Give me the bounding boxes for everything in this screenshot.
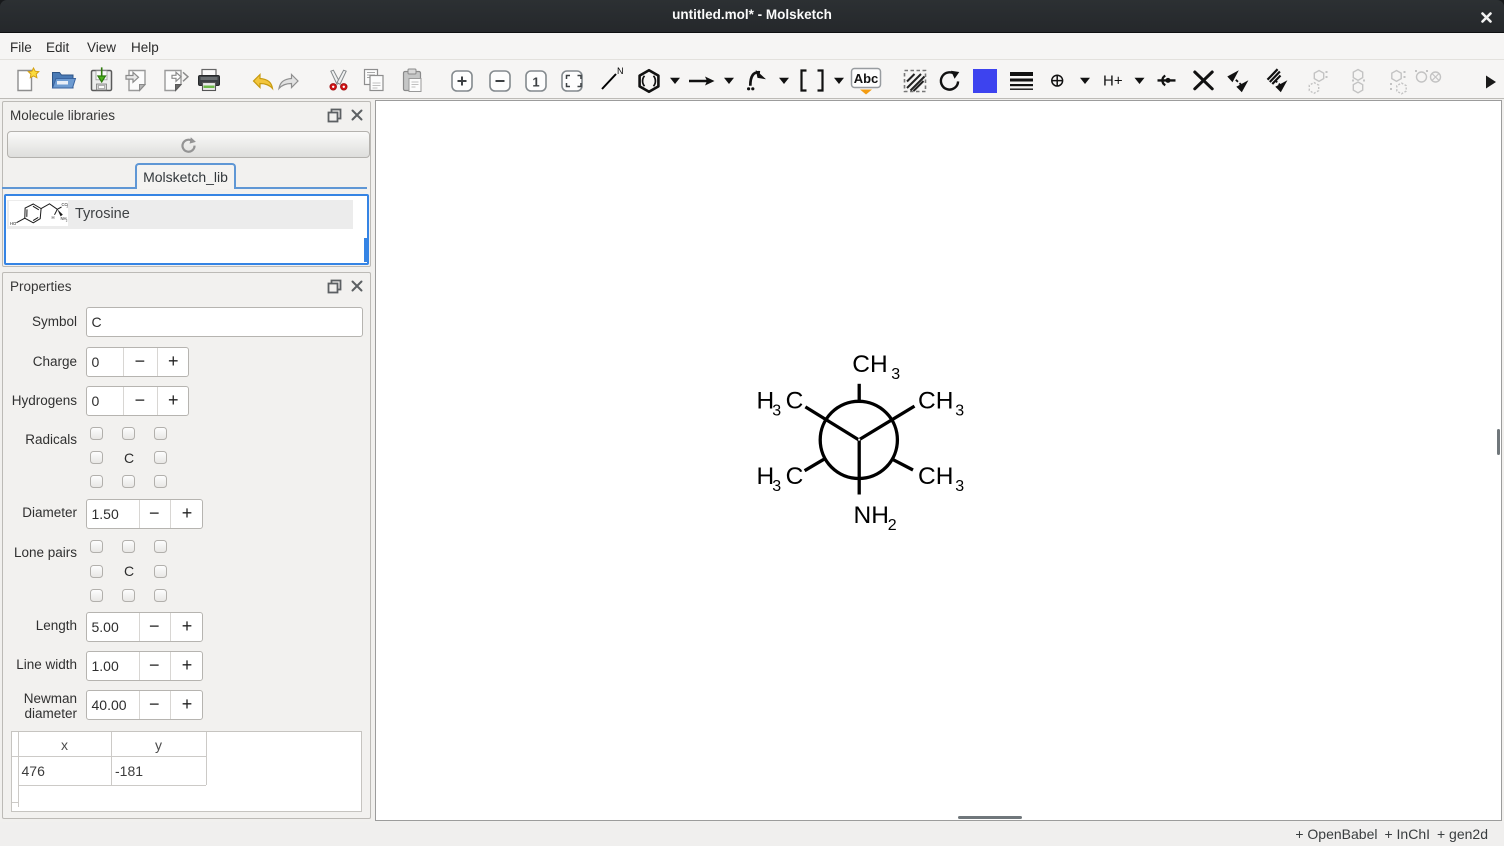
svg-text:CH: CH <box>852 351 887 378</box>
svg-text:Abc: Abc <box>854 71 879 86</box>
svg-text:H: H <box>52 214 55 219</box>
svg-text:CH: CH <box>918 463 953 490</box>
svg-text:CH: CH <box>918 388 953 415</box>
svg-text:N: N <box>617 66 624 76</box>
svg-text:NH: NH <box>854 502 889 529</box>
svg-text:3: 3 <box>772 403 781 420</box>
svg-text:3: 3 <box>955 403 964 420</box>
svg-text:2: 2 <box>888 517 897 534</box>
svg-text:3: 3 <box>955 478 964 495</box>
svg-text:C: C <box>786 388 804 415</box>
svg-text:2: 2 <box>66 218 68 222</box>
svg-text:3: 3 <box>891 366 900 383</box>
svg-text:HO: HO <box>10 221 17 226</box>
svg-text:H+: H+ <box>1103 72 1123 89</box>
svg-text:C: C <box>786 463 804 490</box>
svg-text:3: 3 <box>772 478 781 495</box>
svg-text:2: 2 <box>67 204 69 208</box>
svg-text:1: 1 <box>532 75 539 90</box>
